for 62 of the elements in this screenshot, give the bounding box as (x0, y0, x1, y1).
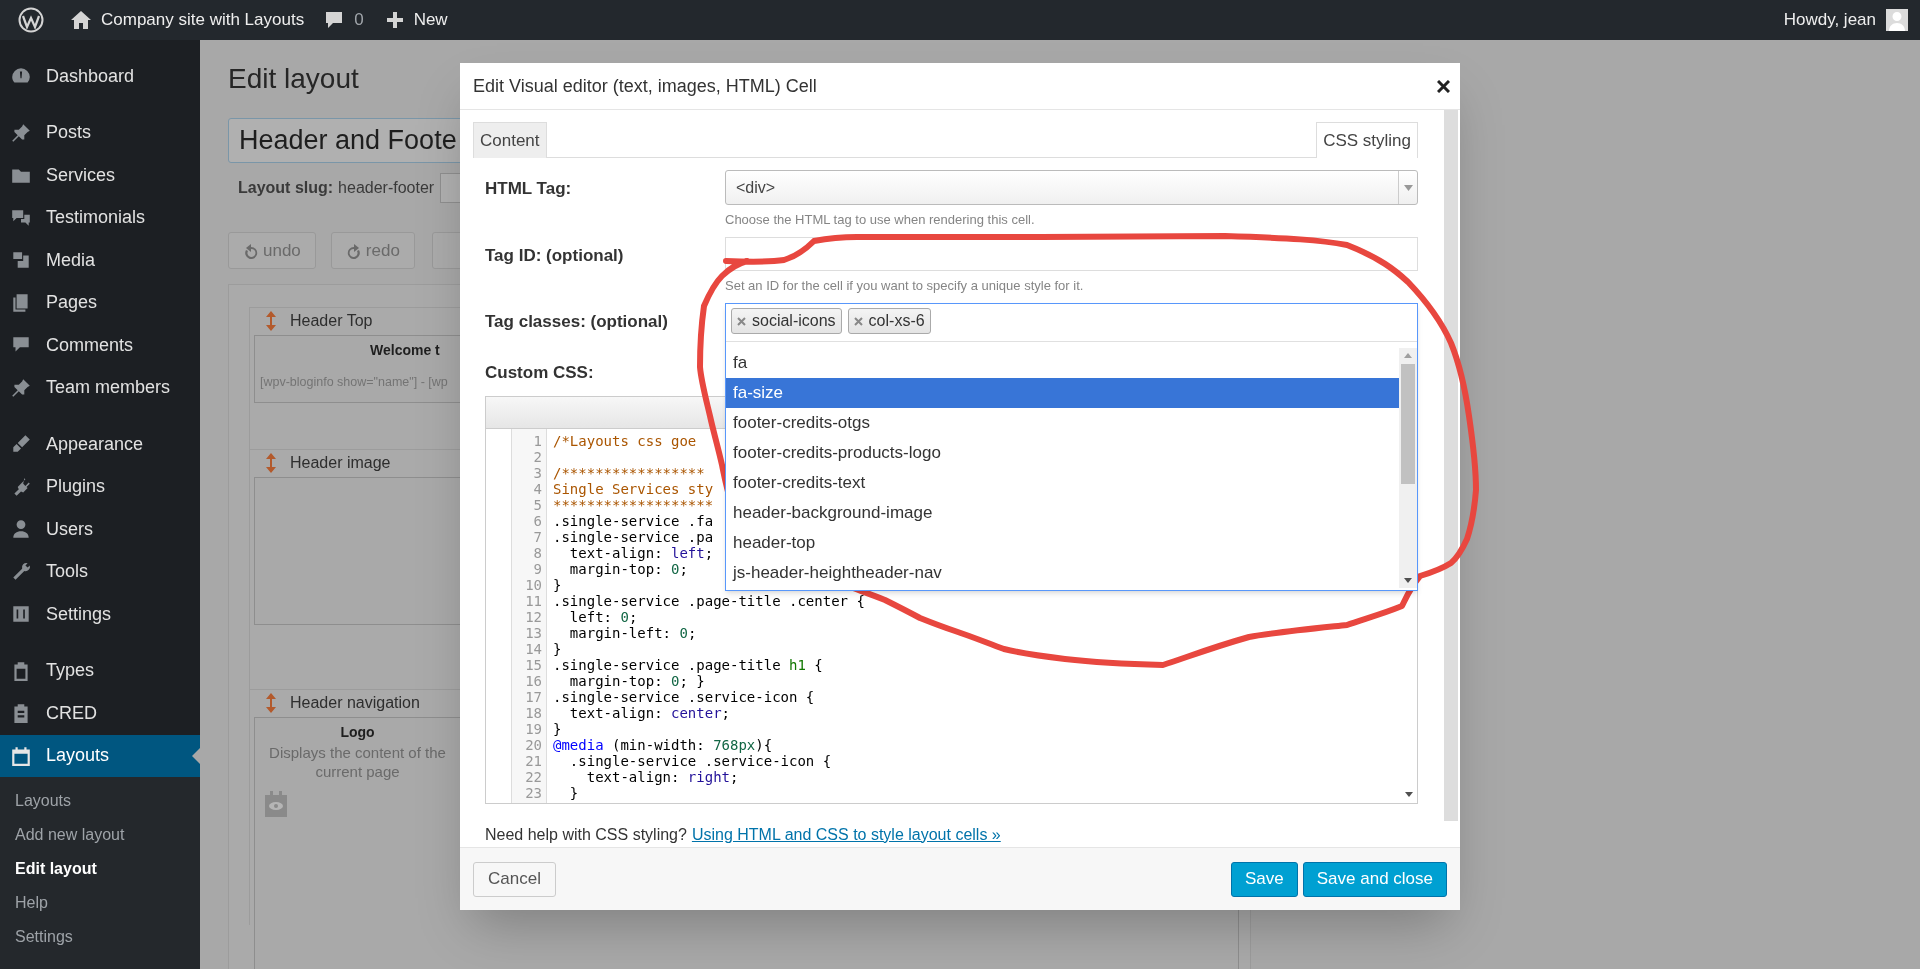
code-line: margin-top: 0; (568, 560, 688, 577)
line-number: 14 (524, 640, 542, 657)
code-line: @media (min-width: 768px){ (553, 736, 773, 753)
line-number: 17 (524, 688, 542, 705)
row-title: Header Top (290, 311, 373, 331)
line-number: 19 (524, 720, 542, 737)
line-number: 11 (524, 592, 542, 609)
field-label: Custom CSS: (485, 362, 594, 384)
help-text: Need help with CSS styling? (485, 824, 687, 845)
code-line: .single-service .fa (553, 512, 714, 529)
code-line: } (553, 640, 562, 657)
code-line: /*Layouts css goe (553, 432, 697, 449)
field-label: Tag classes: (optional) (485, 311, 669, 333)
code-line: } (553, 576, 562, 593)
line-number: 4 (532, 480, 542, 497)
line-number: 3 (532, 464, 542, 481)
code-line: .single-service .page-title h1 { (553, 656, 823, 673)
line-number: 7 (532, 528, 542, 545)
slug-value: header-footer (338, 178, 435, 198)
line-number: 2 (532, 448, 542, 465)
code-line: .single-service .service-icon { (553, 688, 815, 705)
code-line: /***************** (553, 464, 705, 481)
code-line: } (568, 784, 579, 801)
cell-heading: Logo (339, 723, 376, 742)
code-line: text-align: center; (569, 704, 731, 721)
code-line: Single Services sty (553, 480, 714, 497)
code-line: .single-service .pa (553, 528, 714, 545)
cell-heading: Welcome t (370, 341, 440, 360)
code-line: .single-service .service-icon { (568, 752, 832, 769)
line-number: 9 (532, 560, 542, 577)
field-label: HTML Tag: (485, 178, 573, 200)
code-line: margin-left: 0; (568, 624, 697, 641)
line-number: 5 (532, 496, 542, 513)
line-number: 12 (524, 608, 542, 625)
line-number: 15 (524, 656, 542, 673)
line-number: 21 (524, 752, 542, 769)
code-line: left: 0; (569, 608, 638, 625)
line-number: 16 (524, 672, 542, 689)
line-number: 23 (524, 784, 542, 801)
line-number: 10 (524, 576, 542, 593)
line-number: 18 (524, 704, 542, 721)
line-number: 13 (524, 624, 542, 641)
hint-text: Set an ID for the cell if you want to specify a unique style for it. (725, 278, 1084, 294)
row-title: Header image (290, 453, 391, 473)
code-line: text-align: left; (569, 544, 714, 561)
line-number: 8 (532, 544, 542, 561)
code-line: margin-top: 0; } (569, 672, 705, 689)
modal-title: Edit Visual editor (text, images, HTML) Cell (473, 74, 817, 98)
code-line: } (553, 720, 562, 737)
row-title: Header navigation (290, 693, 420, 713)
code-line: .single-service .page-title .center { (553, 592, 865, 609)
line-number: 6 (532, 512, 542, 529)
cell-text: Displays the content of the current page (268, 743, 447, 781)
line-number: 22 (524, 768, 542, 785)
line-number: 1 (532, 432, 542, 449)
code-line: text-align: right; (586, 768, 739, 785)
line-number: 20 (524, 736, 542, 753)
slug-label: Layout slug: (238, 178, 334, 198)
field-label: Tag ID: (optional) (485, 245, 625, 267)
page-title: Edit layout (228, 62, 359, 96)
hint-text: Choose the HTML tag to use when rendering this cell. (725, 212, 1035, 228)
code-line: ******************* (553, 496, 714, 513)
